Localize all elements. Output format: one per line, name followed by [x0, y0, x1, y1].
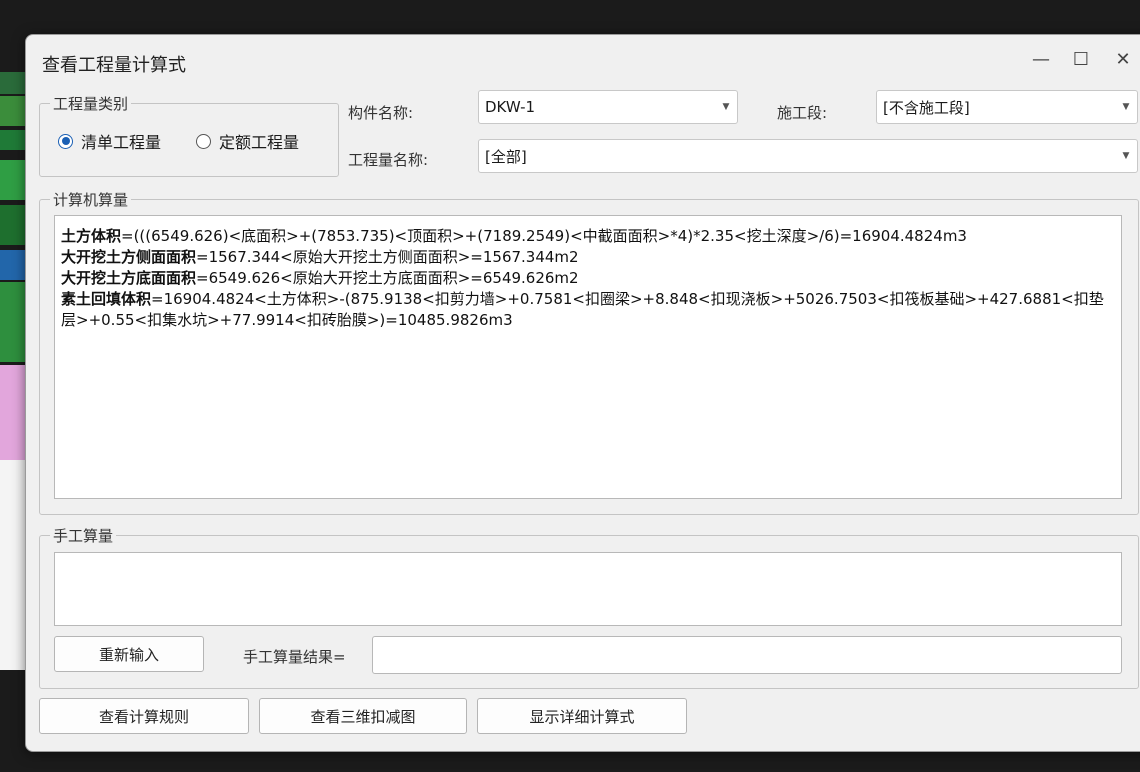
- manual-formula-input[interactable]: [54, 552, 1122, 626]
- radio-label: 定额工程量: [219, 133, 300, 152]
- background-app-fragment: [0, 130, 26, 150]
- background-app-fragment: [0, 96, 26, 126]
- manual-result-label: 手工算量结果=: [243, 648, 346, 666]
- background-app-fragment: [0, 365, 26, 460]
- radio-unselected-icon[interactable]: [196, 133, 211, 149]
- formula-line: 素土回填体积=16904.4824<土方体积>-(875.9138<扣剪力墙>+…: [61, 290, 1104, 329]
- chevron-down-icon: ▼: [722, 102, 730, 112]
- component-name-label: 构件名称:: [348, 104, 414, 122]
- formula-line: 土方体积=(((6549.626)<底面积>+(7853.735)<顶面积>+(…: [61, 227, 967, 245]
- quantity-name-label: 工程量名称:: [348, 151, 429, 169]
- radio-selected-icon[interactable]: [58, 133, 73, 149]
- manual-result-field[interactable]: [372, 636, 1122, 674]
- calculation-formula-dialog: 查看工程量计算式 — ☐ ✕ 工程量类别 清单工程量 定额工程量 构件名称: D…: [25, 34, 1140, 752]
- quantity-name-value: [全部]: [485, 147, 527, 166]
- component-name-select[interactable]: DKW-1 ▼: [478, 90, 738, 124]
- background-app-fragment: [0, 205, 26, 245]
- manual-calculation-legend: 手工算量: [53, 527, 114, 545]
- radio-label: 清单工程量: [81, 133, 162, 152]
- radio-quota-quantity[interactable]: 定额工程量: [196, 129, 299, 153]
- reenter-button[interactable]: 重新输入: [54, 636, 204, 672]
- computer-formula-box[interactable]: 土方体积=(((6549.626)<底面积>+(7853.735)<顶面积>+(…: [54, 215, 1122, 499]
- chevron-down-icon: ▼: [1122, 102, 1130, 112]
- background-app-fragment: [0, 460, 26, 670]
- background-app-fragment: [0, 72, 26, 94]
- chevron-down-icon: ▼: [1122, 151, 1130, 161]
- view-rules-button[interactable]: 查看计算规则: [39, 698, 249, 734]
- stage-value: [不含施工段]: [883, 98, 970, 117]
- dialog-title: 查看工程量计算式: [42, 55, 186, 76]
- background-app-fragment: [0, 282, 26, 362]
- show-detail-formula-button[interactable]: 显示详细计算式: [477, 698, 687, 734]
- minimize-icon[interactable]: —: [1026, 49, 1056, 70]
- quantity-type-legend: 工程量类别: [53, 95, 129, 113]
- quantity-name-select[interactable]: [全部] ▼: [478, 139, 1138, 173]
- formula-line: 大开挖土方侧面面积=1567.344<原始大开挖土方侧面面积>=1567.344…: [61, 248, 579, 266]
- formula-line: 大开挖土方底面面积=6549.626<原始大开挖土方底面面积>=6549.626…: [61, 269, 579, 287]
- maximize-icon[interactable]: ☐: [1066, 49, 1096, 70]
- radio-bill-quantity[interactable]: 清单工程量: [58, 129, 161, 153]
- stage-label: 施工段:: [777, 104, 828, 122]
- close-icon[interactable]: ✕: [1108, 49, 1138, 70]
- view-3d-deduction-button[interactable]: 查看三维扣减图: [259, 698, 467, 734]
- background-app-fragment: [0, 160, 26, 200]
- component-name-value: DKW-1: [485, 98, 536, 116]
- stage-select[interactable]: [不含施工段] ▼: [876, 90, 1138, 124]
- computer-calculation-legend: 计算机算量: [53, 191, 129, 209]
- background-app-fragment: [0, 250, 26, 280]
